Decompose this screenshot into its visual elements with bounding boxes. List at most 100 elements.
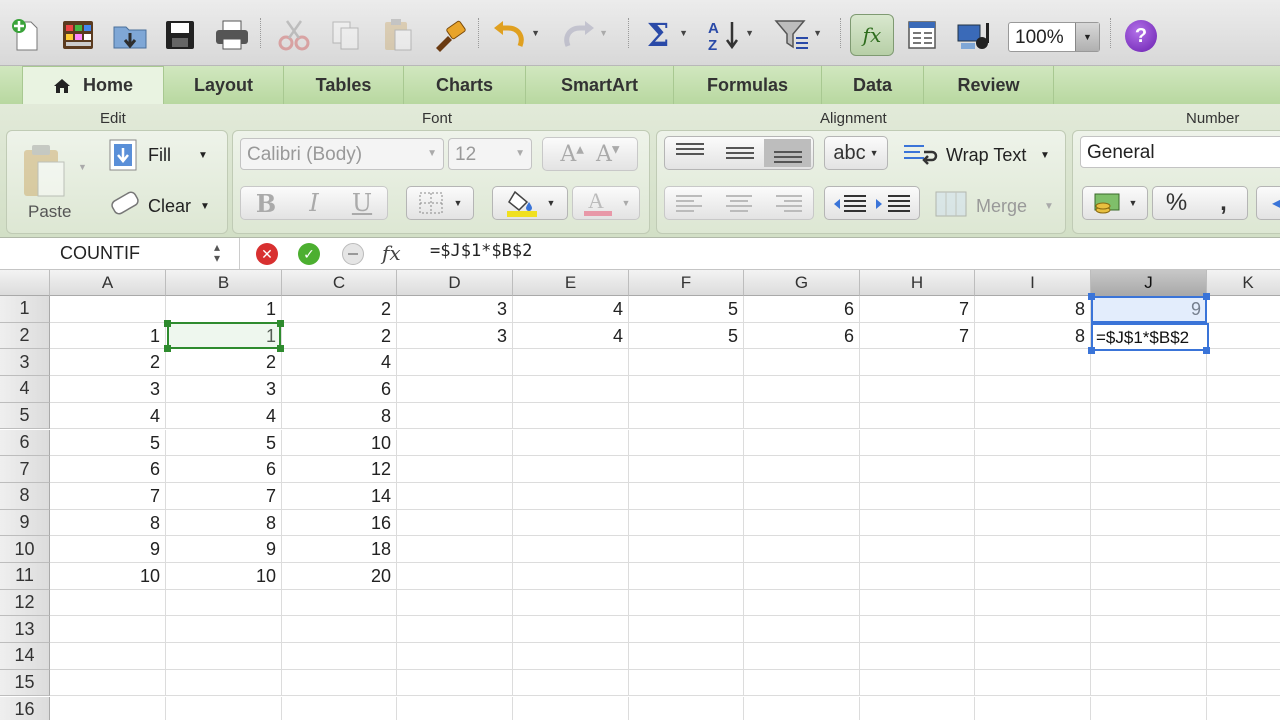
row-header-7[interactable]: 7: [0, 456, 50, 483]
cell-g11[interactable]: [744, 563, 860, 590]
cell-d15[interactable]: [397, 669, 513, 697]
cell-h16[interactable]: [860, 696, 975, 720]
cell-c11[interactable]: 20: [282, 563, 397, 590]
row-header-15[interactable]: 15: [0, 669, 50, 697]
column-header-g[interactable]: G: [744, 270, 860, 296]
align-left-icon[interactable]: [676, 195, 702, 212]
cell-a11[interactable]: 10: [50, 563, 166, 590]
italic-button[interactable]: I: [290, 189, 338, 217]
formula-input[interactable]: =$J$1*$B$2: [430, 241, 532, 261]
percent-button[interactable]: %: [1153, 189, 1200, 217]
cell-f13[interactable]: [629, 616, 744, 644]
chevron-down-icon[interactable]: ▼: [1044, 201, 1054, 212]
comma-button[interactable]: ,: [1200, 189, 1247, 217]
align-right-icon[interactable]: [776, 195, 802, 212]
cell-j12[interactable]: [1091, 589, 1207, 617]
cell-i13[interactable]: [975, 616, 1091, 644]
save-icon[interactable]: [160, 14, 200, 56]
cell-k10[interactable]: [1207, 536, 1280, 563]
cell-b15[interactable]: [166, 669, 282, 697]
toolbox-icon[interactable]: [902, 14, 942, 56]
cell-e9[interactable]: [513, 509, 629, 537]
cell-b8[interactable]: 7: [166, 482, 282, 510]
row-header-4[interactable]: 4: [0, 376, 50, 403]
cell-b5[interactable]: 4: [166, 402, 282, 430]
cell-j13[interactable]: [1091, 616, 1207, 644]
media-browser-icon[interactable]: [954, 14, 994, 56]
selection-handle[interactable]: [1088, 293, 1095, 300]
cell-k9[interactable]: [1207, 510, 1280, 537]
cell-a3[interactable]: 2: [50, 349, 166, 377]
cell-h3[interactable]: [860, 349, 975, 377]
cell-h7[interactable]: [860, 456, 975, 483]
cell-c4[interactable]: 6: [282, 376, 397, 403]
row-header-2[interactable]: 2: [0, 322, 50, 350]
chevron-down-icon[interactable]: ▼: [200, 201, 210, 212]
cell-g4[interactable]: [744, 376, 860, 403]
cell-d8[interactable]: [397, 482, 513, 510]
cell-e15[interactable]: [513, 669, 629, 697]
column-header-f[interactable]: F: [629, 270, 744, 296]
open-icon[interactable]: [110, 14, 150, 56]
align-middle-icon[interactable]: [726, 147, 754, 159]
chevron-down-icon[interactable]: ▼: [1040, 150, 1050, 161]
shrink-font-icon[interactable]: A▼: [596, 142, 620, 167]
cell-g8[interactable]: [744, 482, 860, 510]
cell-a2[interactable]: 1: [50, 322, 166, 350]
increase-decimal-button[interactable]: ◂: [1256, 186, 1280, 220]
cell-b4[interactable]: 3: [166, 376, 282, 403]
cell-e5[interactable]: [513, 402, 629, 430]
column-header-b[interactable]: B: [166, 270, 282, 296]
select-all-corner[interactable]: [0, 270, 50, 296]
cell-b16[interactable]: [166, 696, 282, 720]
cell-a13[interactable]: [50, 616, 166, 644]
font-color-button[interactable]: A ▼: [572, 186, 640, 220]
column-header-d[interactable]: D: [397, 270, 513, 296]
cell-h9[interactable]: [860, 509, 975, 537]
tab-data[interactable]: Data: [822, 66, 924, 104]
cell-i9[interactable]: [975, 509, 1091, 537]
selection-handle[interactable]: [164, 319, 171, 327]
row-header-6[interactable]: 6: [0, 429, 50, 457]
cell-d2[interactable]: 3: [397, 322, 513, 350]
cell-d4[interactable]: [397, 376, 513, 403]
cell-j3[interactable]: [1091, 349, 1207, 377]
cell-h15[interactable]: [860, 669, 975, 697]
cell-f16[interactable]: [629, 696, 744, 720]
cell-i5[interactable]: [975, 402, 1091, 430]
cell-b9[interactable]: 8: [166, 509, 282, 537]
cell-i7[interactable]: [975, 456, 1091, 483]
cell-j11[interactable]: [1091, 563, 1207, 590]
cell-k2[interactable]: [1207, 323, 1280, 350]
cell-a1[interactable]: [50, 296, 166, 323]
cell-b11[interactable]: 10: [166, 563, 282, 590]
cell-a12[interactable]: [50, 589, 166, 617]
cell-e7[interactable]: [513, 456, 629, 483]
fill-icon[interactable]: [108, 138, 138, 172]
cell-d3[interactable]: [397, 349, 513, 377]
cell-a16[interactable]: [50, 696, 166, 720]
cell-g5[interactable]: [744, 402, 860, 430]
cell-i14[interactable]: [975, 643, 1091, 670]
format-painter-icon[interactable]: [430, 14, 470, 56]
redo-icon[interactable]: ▼: [558, 14, 608, 56]
cell-d7[interactable]: [397, 456, 513, 483]
chevron-down-icon[interactable]: ▼: [1075, 23, 1099, 51]
grow-font-icon[interactable]: A▲: [560, 142, 584, 167]
tab-tables[interactable]: Tables: [284, 66, 404, 104]
column-header-e[interactable]: E: [513, 270, 629, 296]
cell-j5[interactable]: [1091, 402, 1207, 430]
cell-k11[interactable]: [1207, 563, 1280, 590]
cell-c8[interactable]: 14: [282, 482, 397, 510]
cell-b10[interactable]: 9: [166, 536, 282, 563]
cell-f4[interactable]: [629, 376, 744, 403]
cell-c13[interactable]: [282, 616, 397, 644]
new-workbook-icon[interactable]: [6, 14, 46, 56]
cell-a6[interactable]: 5: [50, 429, 166, 457]
row-header-12[interactable]: 12: [0, 589, 50, 617]
cell-c15[interactable]: [282, 669, 397, 697]
row-header-10[interactable]: 10: [0, 536, 50, 563]
cell-f7[interactable]: [629, 456, 744, 483]
cell-d9[interactable]: [397, 509, 513, 537]
autosum-icon[interactable]: Σ ▼: [638, 14, 688, 56]
